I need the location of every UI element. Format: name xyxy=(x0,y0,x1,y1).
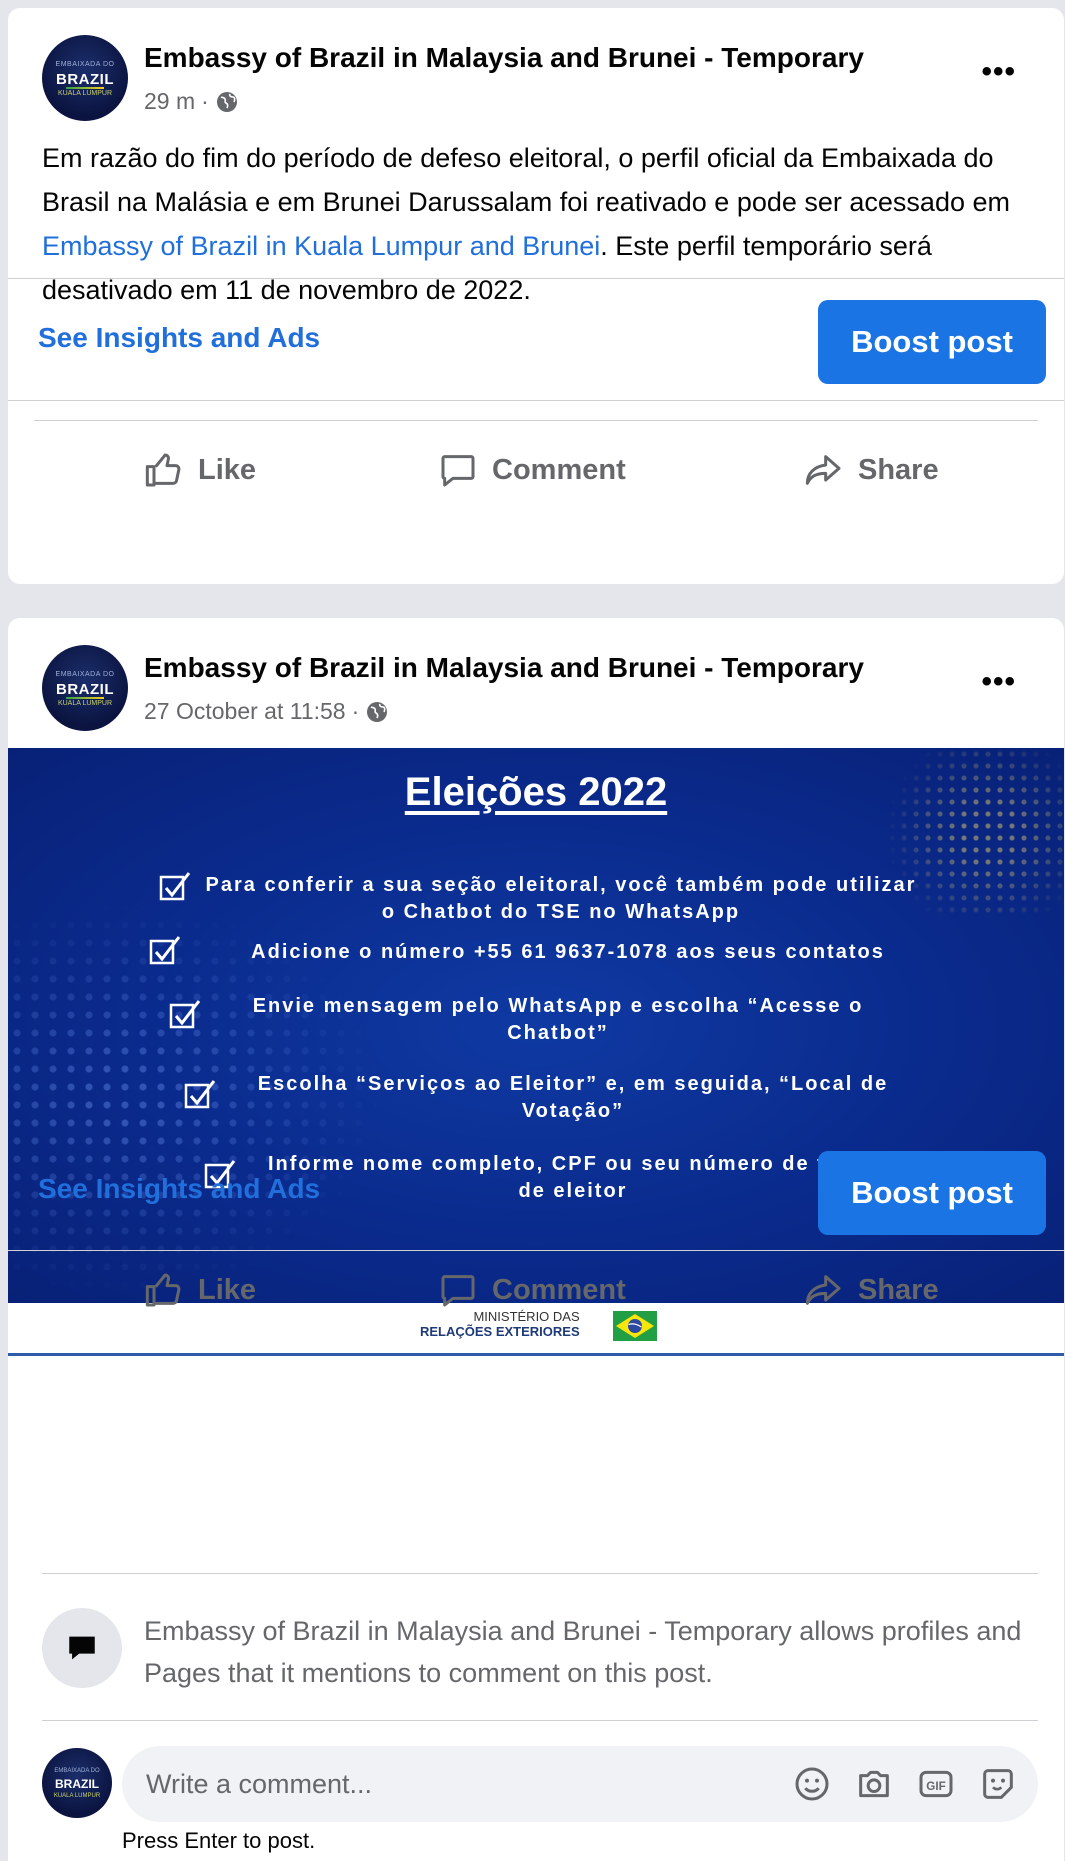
avatar-stripe xyxy=(66,697,104,699)
page-name-link[interactable]: Embassy of Brazil in Malaysia and Brunei… xyxy=(144,42,864,74)
like-button[interactable]: Like xyxy=(144,440,256,500)
like-label: Like xyxy=(198,1273,257,1306)
comment-label: Comment xyxy=(492,453,626,486)
see-insights-link[interactable]: See Insights and Ads xyxy=(38,322,320,354)
commenter-avatar[interactable]: EMBAIXADA DO BRAZIL KUALA LUMPUR xyxy=(42,1748,112,1818)
divider xyxy=(8,278,1064,279)
banner-step: Envie mensagem pelo WhatsApp e escolha “… xyxy=(252,995,864,1044)
share-arrow-icon xyxy=(805,455,841,485)
divider xyxy=(8,1250,1064,1251)
avatar-main-text: BRAZIL xyxy=(56,681,114,698)
emoji-icon[interactable] xyxy=(792,1764,832,1804)
camera-icon[interactable] xyxy=(854,1764,894,1804)
comment-bubble-icon xyxy=(441,455,475,487)
avatar-top-text: EMBAIXADA DO xyxy=(55,61,115,68)
meta-separator: · xyxy=(201,88,209,114)
post-meta: 27 October at 11:58 · xyxy=(144,698,389,725)
comment-tools: GIF xyxy=(792,1764,1018,1804)
checkbox-icon xyxy=(169,1000,201,1029)
boost-post-button[interactable]: Boost post xyxy=(818,300,1046,384)
share-label: Share xyxy=(858,1273,939,1306)
post-text-part: Em razão do fim do período de defeso ele… xyxy=(42,143,1010,217)
globe-icon xyxy=(216,91,237,112)
boost-post-button[interactable]: Boost post xyxy=(818,1151,1046,1235)
divider xyxy=(42,1573,1038,1574)
post-card: EMBAIXADA DO BRAZIL KUALA LUMPUR Embassy… xyxy=(8,8,1064,584)
share-button[interactable]: Share xyxy=(804,440,939,500)
divider xyxy=(34,420,1038,421)
banner-step: Escolha “Serviços ao Eleitor” e, em segu… xyxy=(257,1073,889,1122)
speech-bubble-icon xyxy=(69,1636,95,1660)
post-actions: Like Comment Share xyxy=(8,440,1064,500)
thumbs-up-icon xyxy=(145,1273,181,1307)
comment-input[interactable] xyxy=(146,1746,746,1822)
avatar-main-text: BRAZIL xyxy=(55,1777,99,1791)
avatar-bottom-text: KUALA LUMPUR xyxy=(57,90,113,97)
comment-label: Comment xyxy=(492,1273,626,1306)
page-name-link[interactable]: Embassy of Brazil in Malaysia and Brunei… xyxy=(144,652,864,684)
gif-icon[interactable]: GIF xyxy=(916,1764,956,1804)
sticker-icon[interactable] xyxy=(978,1764,1018,1804)
comment-restriction-notice: Embassy of Brazil in Malaysia and Brunei… xyxy=(144,1616,1022,1688)
see-insights-link[interactable]: See Insights and Ads xyxy=(38,1173,320,1205)
divider xyxy=(42,1720,1038,1721)
avatar-bottom-text: KUALA LUMPUR xyxy=(53,1793,101,1799)
comment-restriction-icon-wrap xyxy=(42,1608,122,1688)
post-timestamp[interactable]: 29 m xyxy=(144,88,195,115)
post-timestamp[interactable]: 27 October at 11:58 xyxy=(144,698,346,725)
thumbs-up-icon xyxy=(145,453,181,487)
meta-separator: · xyxy=(351,698,360,724)
globe-icon xyxy=(367,701,388,722)
comment-box: GIF xyxy=(122,1746,1038,1822)
checkbox-icon xyxy=(149,936,181,965)
avatar-main-text: BRAZIL xyxy=(56,71,114,88)
like-button[interactable]: Like xyxy=(144,1260,256,1320)
post-card: EMBAIXADA DO BRAZIL KUALA LUMPUR Embassy… xyxy=(8,618,1064,1861)
avatar-top-text: EMBAIXADA DO xyxy=(54,1768,100,1774)
comment-button[interactable]: Comment xyxy=(438,440,626,500)
post-actions: Like Comment Share xyxy=(8,1260,1064,1320)
page-avatar[interactable]: EMBAIXADA DO BRAZIL KUALA LUMPUR xyxy=(42,35,128,121)
mentioned-page-link[interactable]: Embassy of Brazil in Kuala Lumpur and Br… xyxy=(42,231,600,261)
comment-composer: EMBAIXADA DO BRAZIL KUALA LUMPUR GIF xyxy=(8,1728,1064,1838)
post-header: EMBAIXADA DO BRAZIL KUALA LUMPUR Embassy… xyxy=(8,8,1064,128)
more-options-icon[interactable]: ••• xyxy=(981,57,1016,87)
avatar-bottom-text: KUALA LUMPUR xyxy=(57,700,113,707)
svg-text:GIF: GIF xyxy=(926,1780,945,1793)
banner-step: Informe nome completo, CPF ou seu número… xyxy=(267,1153,879,1202)
banner-step: Adicione o número +55 61 9637-1078 aos s… xyxy=(251,941,885,963)
checkbox-icon xyxy=(159,872,191,901)
ministry-line-2: RELAÇÕES EXTERIORES xyxy=(420,1324,580,1339)
divider xyxy=(8,400,1064,401)
share-arrow-icon xyxy=(805,1275,841,1305)
post-header: EMBAIXADA DO BRAZIL KUALA LUMPUR Embassy… xyxy=(8,618,1064,738)
share-label: Share xyxy=(858,453,939,486)
comment-button[interactable]: Comment xyxy=(438,1260,626,1320)
post-meta: 29 m · xyxy=(144,88,239,115)
banner-step: Para conferir a sua seção eleitoral, voc… xyxy=(205,874,917,923)
share-button[interactable]: Share xyxy=(804,1260,939,1320)
comment-bubble-icon xyxy=(441,1275,475,1307)
more-options-icon[interactable]: ••• xyxy=(981,667,1016,697)
avatar-top-text: EMBAIXADA DO xyxy=(55,671,115,678)
checkbox-icon xyxy=(184,1080,216,1109)
banner-title: Eleições 2022 xyxy=(404,770,668,814)
post-text: Em razão do fim do período de defeso ele… xyxy=(42,136,1042,312)
avatar-stripe xyxy=(66,87,104,89)
like-label: Like xyxy=(198,453,257,486)
page-avatar[interactable]: EMBAIXADA DO BRAZIL KUALA LUMPUR xyxy=(42,645,128,731)
press-enter-hint: Press Enter to post. xyxy=(122,1828,316,1853)
